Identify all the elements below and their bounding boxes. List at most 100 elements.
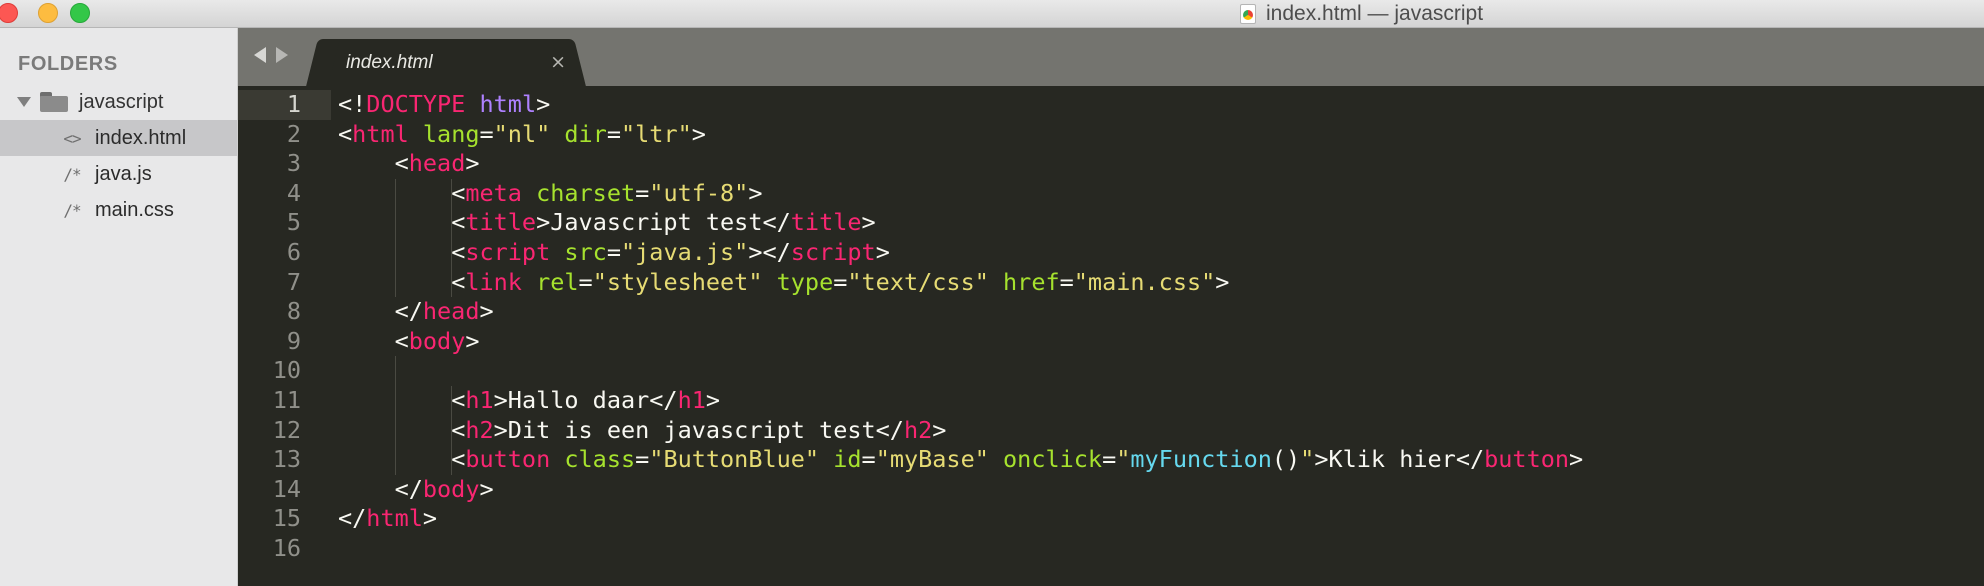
code-punctuation: >: [691, 119, 706, 148]
file-row-main-css[interactable]: /* main.css: [0, 192, 237, 228]
code-editor[interactable]: 1 <!DOCTYPE html> 2 <html lang="nl" dir="lt…: [238, 86, 1984, 586]
tab-index-html[interactable]: index.html ×: [322, 39, 570, 86]
code-tag-name: body: [408, 326, 466, 355]
file-row-index-html[interactable]: <> index.html: [0, 120, 237, 156]
code-punctuation: </: [649, 386, 678, 414]
code-tag-name: button: [1484, 445, 1570, 474]
code-punctuation: >: [875, 238, 890, 266]
code-text-content: Hallo daar: [507, 386, 650, 414]
file-row-java-js[interactable]: /* java.js: [0, 156, 237, 192]
code-function-name: myFunction: [1130, 445, 1272, 474]
code-line[interactable]: 15 </html>: [238, 504, 1984, 534]
code-line[interactable]: 14 </body>: [238, 475, 1984, 505]
indent-guide: [394, 415, 396, 446]
folders-header: FOLDERS: [18, 53, 118, 75]
code-line[interactable]: 12 <h2>Dit is een javascript test</h2>: [238, 415, 1984, 446]
code-keyword: html: [479, 90, 537, 118]
line-number: 9: [286, 326, 301, 355]
line-number: 5: [286, 208, 301, 237]
code-punctuation: <: [451, 386, 466, 414]
code-line[interactable]: 2 <html lang="nl" dir="ltr">: [238, 120, 1984, 150]
window-minimize-button[interactable]: [38, 3, 58, 23]
line-number: 16: [272, 534, 301, 562]
code-tag-name: link: [465, 267, 522, 296]
code-punctuation: <: [451, 445, 466, 474]
indent-guide: [394, 445, 396, 475]
code-content: <script src="java.js"></script>: [451, 238, 890, 268]
code-attribute-name: onclick: [1003, 445, 1103, 474]
code-punctuation: =: [578, 267, 593, 296]
code-content: <html lang="nl" dir="ltr">: [338, 120, 706, 150]
code-line[interactable]: 5 <title>Javascript test</title>: [238, 208, 1984, 238]
disclosure-triangle-icon[interactable]: [17, 97, 31, 107]
code-string: "ButtonBlue": [649, 445, 820, 474]
code-tag-name: head: [408, 149, 466, 178]
code-line[interactable]: 6 <script src="java.js"></script>: [238, 238, 1984, 268]
code-punctuation: >: [479, 297, 494, 326]
code-attribute-name: src: [564, 238, 607, 266]
arrow-left-icon[interactable]: [254, 47, 266, 63]
code-punctuation: =: [635, 445, 650, 474]
code-file-icon: <>: [63, 128, 81, 148]
code-string: "myBase": [875, 445, 989, 474]
code-tag-name: meta: [465, 178, 522, 207]
code-content: <body>: [395, 327, 480, 357]
window-zoom-button[interactable]: [70, 3, 90, 23]
code-tag-name: DOCTYPE: [366, 90, 466, 118]
code-attribute-name: href: [1003, 267, 1060, 296]
indent-guide: [394, 267, 396, 298]
title-bar: index.html — javascript: [0, 0, 1984, 28]
code-tag-name: html: [352, 119, 409, 148]
code-text-content: [522, 179, 536, 207]
code-punctuation: </: [338, 504, 367, 533]
code-line[interactable]: 3 <head>: [238, 149, 1984, 179]
code-line[interactable]: 9 <body>: [238, 327, 1984, 357]
code-string: "utf-8": [649, 178, 749, 207]
code-punctuation: =: [479, 119, 494, 148]
code-line[interactable]: 10: [238, 356, 1984, 386]
code-string: ": [1300, 445, 1315, 474]
code-line[interactable]: 4 <meta charset="utf-8">: [238, 178, 1984, 209]
code-line[interactable]: 8 </head>: [238, 297, 1984, 327]
code-content: <head>: [395, 149, 480, 179]
code-line[interactable]: 13 <button class="ButtonBlue" id="myBase"…: [238, 445, 1984, 475]
code-content: <meta charset="utf-8">: [451, 179, 762, 209]
code-content: <link rel="stylesheet" type="text/css" h…: [451, 268, 1229, 298]
line-number: 12: [272, 415, 301, 444]
indent-guide: [394, 208, 396, 238]
code-punctuation: >: [932, 415, 947, 444]
code-text-content: [989, 445, 1003, 473]
code-content: </html>: [338, 504, 437, 534]
code-punctuation: <: [451, 238, 466, 266]
code-punctuation: >: [536, 208, 551, 237]
window-close-button[interactable]: [0, 3, 18, 23]
code-tag-name: h2: [465, 415, 494, 444]
line-number: 7: [286, 267, 301, 296]
code-text-content: [409, 120, 423, 148]
code-string: "main.css": [1073, 267, 1216, 296]
code-tag-name: h1: [465, 386, 494, 414]
folder-row-javascript[interactable]: javascript: [0, 84, 237, 120]
code-punctuation: =: [861, 445, 876, 474]
code-line[interactable]: 7 <link rel="stylesheet" type="text/css" …: [238, 267, 1984, 298]
code-tag-name: button: [465, 445, 551, 474]
code-punctuation: </: [1455, 445, 1485, 474]
code-attribute-name: lang: [422, 119, 480, 148]
code-content: <title>Javascript test</title>: [451, 208, 876, 238]
code-text-content: [550, 445, 564, 473]
close-icon[interactable]: ×: [550, 39, 566, 86]
code-line[interactable]: 11 <h1>Hallo daar</h1>: [238, 386, 1984, 416]
code-line[interactable]: 16: [238, 534, 1984, 564]
code-punctuation: >: [536, 90, 551, 118]
code-punctuation: </: [394, 297, 423, 326]
code-punctuation: >: [479, 474, 494, 503]
code-line[interactable]: 1 <!DOCTYPE html>: [238, 90, 1984, 120]
line-number: 13: [272, 445, 301, 474]
code-attribute-name: rel: [536, 267, 579, 296]
code-punctuation: >: [748, 178, 763, 207]
line-number: 8: [286, 297, 301, 326]
code-attribute-name: charset: [536, 178, 636, 207]
arrow-right-icon[interactable]: [276, 47, 288, 63]
code-tag-name: script: [465, 238, 551, 266]
code-punctuation: =: [606, 238, 621, 266]
